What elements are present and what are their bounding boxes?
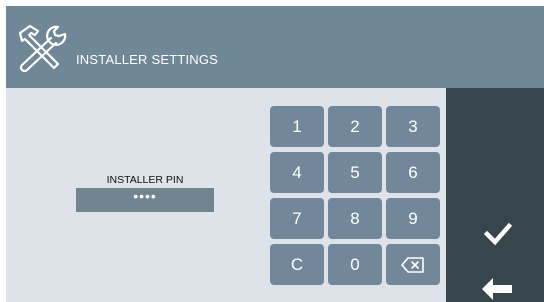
key-2[interactable]: 2	[328, 106, 382, 147]
arrow-left-icon[interactable]	[482, 278, 512, 300]
installer-settings-screen: INSTALLER SETTINGS INSTALLER PIN •••• 1 …	[6, 6, 544, 302]
key-3[interactable]: 3	[386, 106, 440, 147]
pin-label: INSTALLER PIN	[106, 174, 184, 186]
key-4[interactable]: 4	[270, 152, 324, 193]
key-7[interactable]: 7	[270, 198, 324, 239]
key-clear[interactable]: C	[270, 244, 324, 285]
tools-icon	[18, 24, 67, 72]
page-title: INSTALLER SETTINGS	[76, 52, 219, 67]
key-0[interactable]: 0	[328, 244, 382, 285]
key-6[interactable]: 6	[386, 152, 440, 193]
checkmark-icon[interactable]	[484, 222, 512, 246]
main-content: INSTALLER PIN •••• 1 2 3 4 5 6 7 8 9 C 0	[6, 88, 446, 302]
key-5[interactable]: 5	[328, 152, 382, 193]
header-bar: INSTALLER SETTINGS	[6, 6, 544, 88]
key-1[interactable]: 1	[270, 106, 324, 147]
key-9[interactable]: 9	[386, 198, 440, 239]
pin-field[interactable]: ••••	[76, 188, 214, 212]
key-8[interactable]: 8	[328, 198, 382, 239]
backspace-button[interactable]	[386, 244, 440, 285]
action-sidebar	[446, 88, 544, 302]
backspace-icon	[401, 256, 424, 273]
